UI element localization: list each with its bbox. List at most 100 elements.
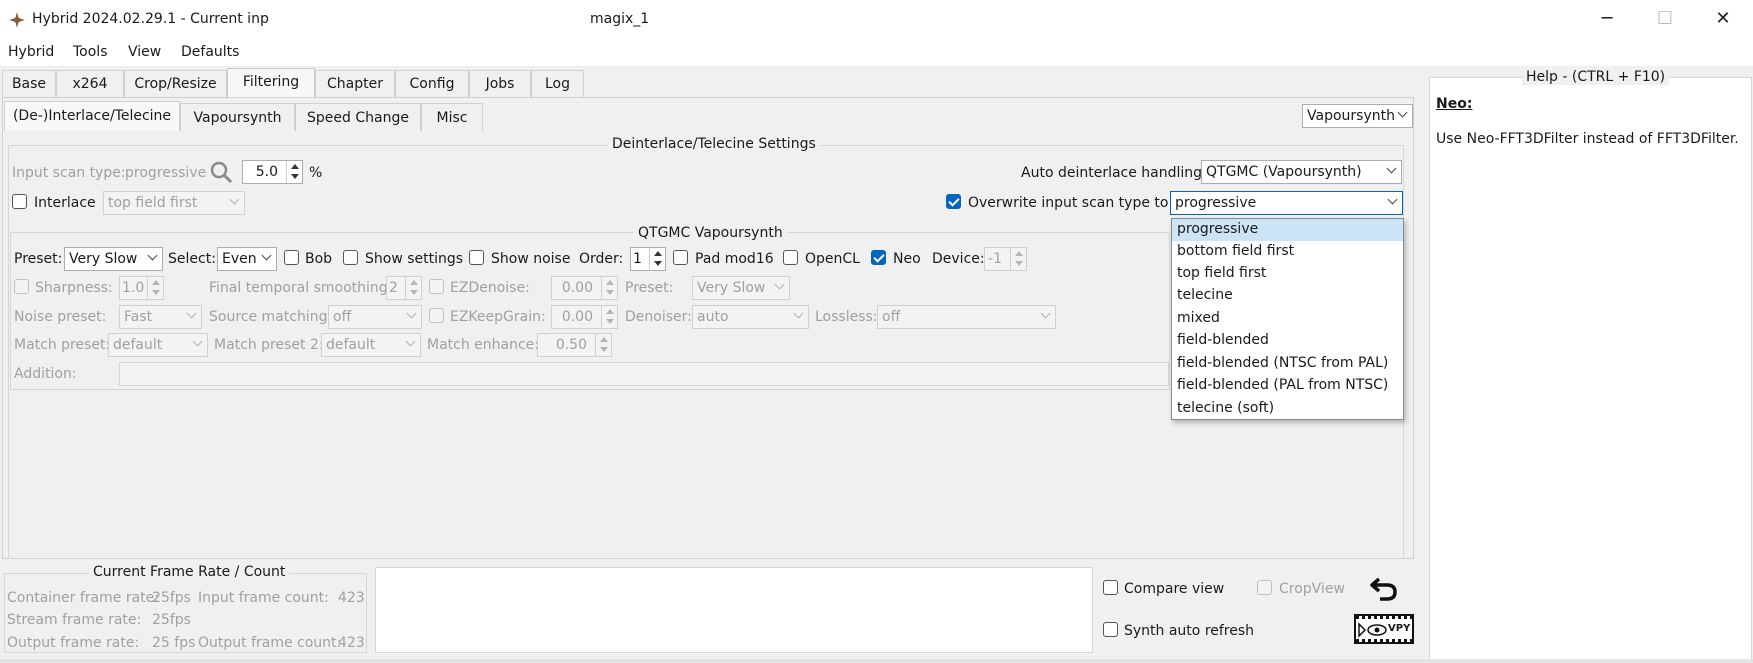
spin-up-icon[interactable] xyxy=(606,280,614,285)
addition-input[interactable] xyxy=(119,362,1169,386)
vpy-preview-button[interactable]: VPY xyxy=(1354,614,1414,644)
spin-buttons[interactable] xyxy=(601,277,617,299)
spin-buttons[interactable] xyxy=(405,277,421,299)
dropdown-option-progressive[interactable]: progressive xyxy=(1172,219,1403,241)
noise-preset-value: Fast xyxy=(124,309,153,325)
tab-log[interactable]: Log xyxy=(531,70,584,97)
subtab-deinterlace[interactable]: (De-)Interlace/Telecine xyxy=(4,101,180,131)
denoiser-value: auto xyxy=(697,309,729,325)
sharpness-spinbox[interactable]: 1.0 xyxy=(119,276,164,300)
dropdown-option-top-field-first[interactable]: top field first xyxy=(1172,263,1403,285)
compare-view-checkbox[interactable] xyxy=(1103,580,1118,595)
spin-down-icon[interactable] xyxy=(1015,261,1023,266)
spin-buttons[interactable] xyxy=(649,248,665,270)
dropdown-option-bottom-field-first[interactable]: bottom field first xyxy=(1172,241,1403,263)
spin-down-icon[interactable] xyxy=(654,261,662,266)
ezdenoise-label: EZDenoise: xyxy=(450,280,530,296)
noise-preset-select[interactable]: Fast xyxy=(119,305,202,329)
preset2-select[interactable]: Very Slow xyxy=(692,276,790,300)
tab-jobs[interactable]: Jobs xyxy=(469,70,531,97)
synth-auto-refresh-checkbox[interactable] xyxy=(1103,622,1118,637)
interlace-checkbox[interactable] xyxy=(12,194,27,209)
device-spinbox[interactable]: -1 xyxy=(984,247,1027,271)
overwrite-scan-select[interactable]: progressive xyxy=(1170,191,1403,215)
subtab-misc[interactable]: Misc xyxy=(421,103,483,131)
tab-base[interactable]: Base xyxy=(2,70,56,97)
menu-hybrid[interactable]: Hybrid xyxy=(8,44,54,60)
magnifier-icon[interactable] xyxy=(209,160,233,184)
spin-up-icon[interactable] xyxy=(291,164,299,169)
undo-icon[interactable] xyxy=(1370,575,1398,601)
spin-buttons[interactable] xyxy=(286,161,302,183)
subtab-vapoursynth[interactable]: Vapoursynth xyxy=(180,103,295,131)
dropdown-option-field-blended[interactable]: field-blended xyxy=(1172,330,1403,352)
dropdown-option-telecine[interactable]: telecine xyxy=(1172,285,1403,307)
spin-up-icon[interactable] xyxy=(600,337,608,342)
auto-deinterlace-select[interactable]: QTGMC (Vapoursynth) xyxy=(1201,160,1402,184)
dropdown-option-mixed[interactable]: mixed xyxy=(1172,308,1403,330)
ezdenoise-checkbox[interactable] xyxy=(429,279,444,294)
tab-crop-resize[interactable]: Crop/Resize xyxy=(124,70,227,97)
maximize-button[interactable]: ☐ xyxy=(1645,8,1685,32)
tab-x264[interactable]: x264 xyxy=(56,70,124,97)
final-temporal-smoothing-spinbox[interactable]: 2 xyxy=(386,276,422,300)
field-order-select[interactable]: top field first xyxy=(103,191,245,215)
source-matching-value: off xyxy=(333,309,352,325)
lossless-select[interactable]: off xyxy=(877,305,1056,329)
match-preset-select[interactable]: default xyxy=(108,333,208,357)
denoiser-select[interactable]: auto xyxy=(692,305,809,329)
match-preset2-value: default xyxy=(326,337,376,353)
spin-up-icon[interactable] xyxy=(606,309,614,314)
tab-chapter[interactable]: Chapter xyxy=(315,70,395,97)
ezkeepgrain-spinbox[interactable]: 0.00 xyxy=(551,305,618,329)
spin-down-icon[interactable] xyxy=(291,174,299,179)
ezdenoise-spinbox[interactable]: 0.00 xyxy=(551,276,618,300)
chevron-down-icon xyxy=(261,250,272,261)
neo-checkbox[interactable] xyxy=(871,250,886,265)
bob-checkbox[interactable] xyxy=(284,250,299,265)
minimize-button[interactable]: ─ xyxy=(1587,8,1627,32)
dropdown-option-field-blended-ntsc[interactable]: field-blended (NTSC from PAL) xyxy=(1172,353,1403,375)
order-spinbox[interactable]: 1 xyxy=(630,247,666,271)
menu-tools[interactable]: Tools xyxy=(73,44,108,60)
source-matching-select[interactable]: off xyxy=(328,305,422,329)
dropdown-option-telecine-soft[interactable]: telecine (soft) xyxy=(1172,398,1403,420)
menu-defaults[interactable]: Defaults xyxy=(181,44,239,60)
spin-up-icon[interactable] xyxy=(152,280,160,285)
spin-buttons[interactable] xyxy=(1010,248,1026,270)
close-button[interactable]: ✕ xyxy=(1703,8,1743,32)
spin-buttons[interactable] xyxy=(601,306,617,328)
tab-config[interactable]: Config xyxy=(395,70,469,97)
overwrite-checkbox[interactable] xyxy=(946,194,961,209)
status-text-area[interactable] xyxy=(375,567,1093,653)
tab-filtering[interactable]: Filtering xyxy=(227,68,315,98)
subtab-speed-change[interactable]: Speed Change xyxy=(295,103,421,131)
select-field-select[interactable]: Even xyxy=(217,247,277,271)
spin-buttons[interactable] xyxy=(147,277,163,299)
engine-select[interactable]: Vapoursynth xyxy=(1302,104,1413,128)
match-enhance-spinbox[interactable]: 0.50 xyxy=(537,333,612,357)
show-noise-checkbox[interactable] xyxy=(469,250,484,265)
threshold-spinbox[interactable]: 5.0 xyxy=(242,160,303,184)
spin-down-icon[interactable] xyxy=(606,319,614,324)
preset-select[interactable]: Very Slow xyxy=(64,247,163,271)
match-preset2-select[interactable]: default xyxy=(321,333,421,357)
sharpness-checkbox[interactable] xyxy=(14,279,29,294)
ezkeepgrain-checkbox[interactable] xyxy=(429,308,444,323)
spin-down-icon[interactable] xyxy=(600,347,608,352)
spin-up-icon[interactable] xyxy=(410,280,418,285)
pad-mod16-checkbox[interactable] xyxy=(673,250,688,265)
spin-down-icon[interactable] xyxy=(410,290,418,295)
spin-down-icon[interactable] xyxy=(606,290,614,295)
device-label: Device: xyxy=(932,251,985,267)
spin-up-icon[interactable] xyxy=(654,251,662,256)
cropview-checkbox[interactable] xyxy=(1257,580,1272,595)
spin-buttons[interactable] xyxy=(595,334,611,356)
opencl-checkbox[interactable] xyxy=(783,250,798,265)
dropdown-option-field-blended-pal[interactable]: field-blended (PAL from NTSC) xyxy=(1172,375,1403,397)
spin-down-icon[interactable] xyxy=(152,290,160,295)
menu-view[interactable]: View xyxy=(128,44,161,60)
auto-deinterlace-value: QTGMC (Vapoursynth) xyxy=(1206,164,1362,180)
show-settings-checkbox[interactable] xyxy=(343,250,358,265)
spin-up-icon[interactable] xyxy=(1015,251,1023,256)
